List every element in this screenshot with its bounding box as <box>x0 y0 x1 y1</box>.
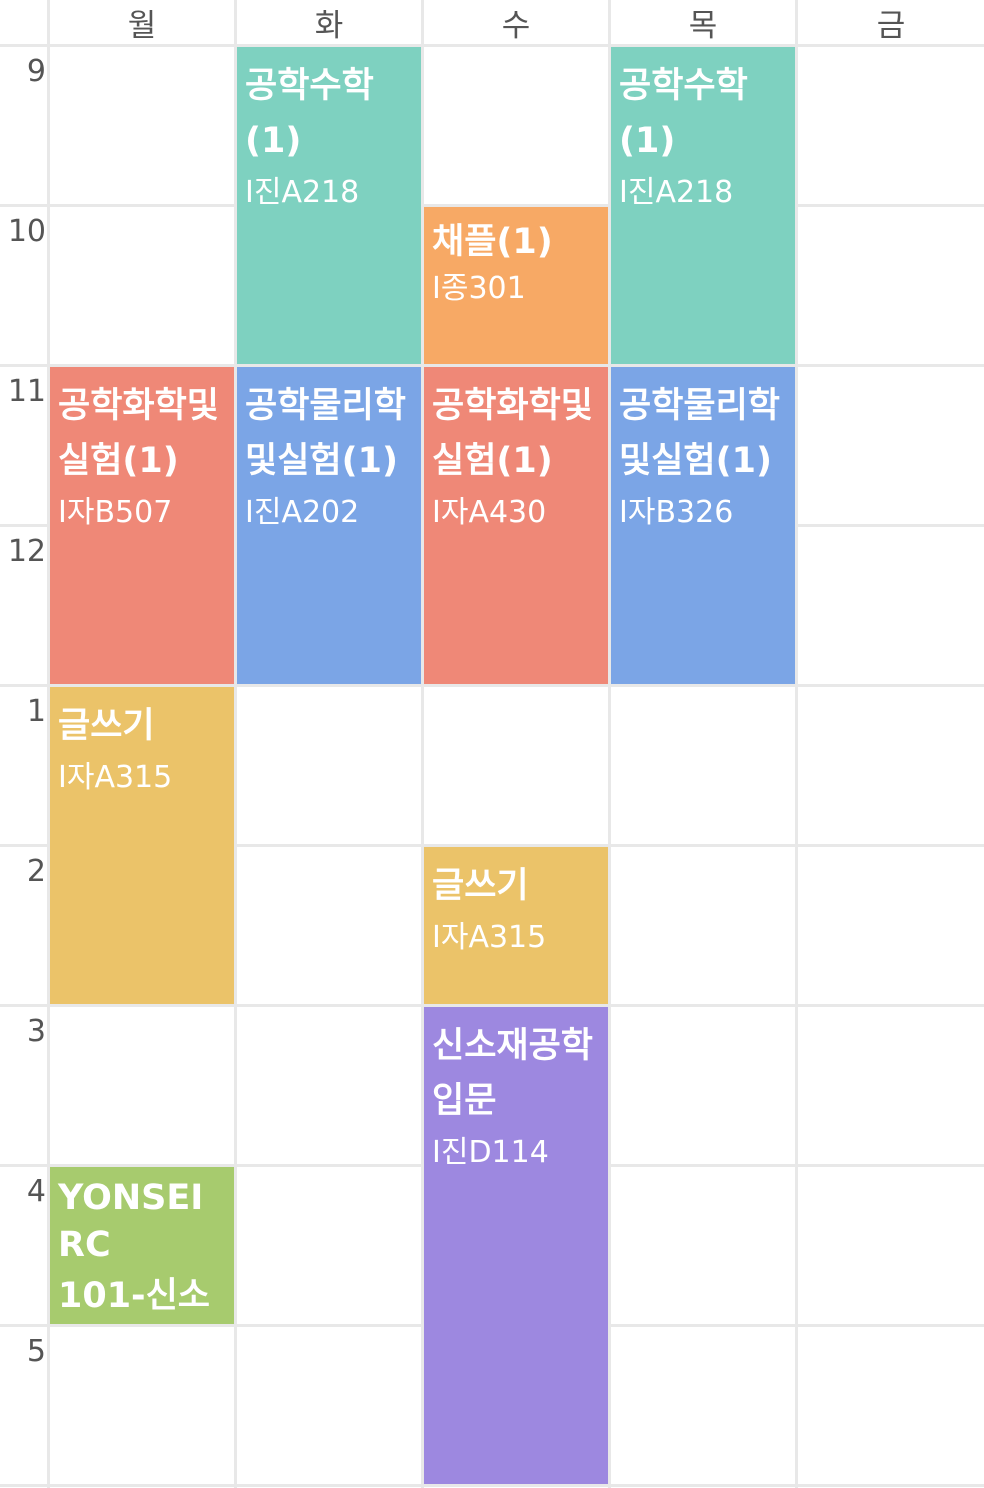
course-room: I종301 <box>432 271 526 306</box>
course-room: I자A315 <box>432 920 547 955</box>
course-title: 글쓰기 <box>432 866 529 906</box>
course-title: 공학물리학및실험(1) <box>619 386 781 481</box>
day-header-wed: 수 <box>501 8 531 44</box>
hour-label: 4 <box>26 1174 46 1209</box>
course-block[interactable]: 공학물리학및실험(1) I자B326 <box>611 367 795 684</box>
course-block[interactable]: YONSEI RC 101-신소 <box>50 1167 234 1324</box>
course-block[interactable]: 공학물리학및실험(1) I진A202 <box>237 367 421 684</box>
day-header-thu: 목 <box>688 8 718 44</box>
course-block[interactable]: 공학화학및실험(1) I자B507 <box>50 367 234 684</box>
course-title: 공학화학및실험(1) <box>432 386 594 481</box>
day-header-mon: 월 <box>127 8 157 44</box>
course-title: 공학수학(1) <box>619 66 748 161</box>
hour-label: 3 <box>26 1014 46 1049</box>
course-title: 채플(1) <box>432 222 553 262</box>
course-room: I자B507 <box>58 495 173 530</box>
hour-label: 9 <box>26 54 46 89</box>
course-room: I자B326 <box>619 495 734 530</box>
course-room: I진A218 <box>619 175 734 210</box>
course-room: I진D114 <box>432 1135 549 1170</box>
course-title: 공학물리학및실험(1) <box>245 386 407 481</box>
course-room: I자A315 <box>58 760 173 795</box>
course-title: 글쓰기 <box>58 706 155 746</box>
hour-label: 5 <box>26 1334 46 1369</box>
course-subtitle: 101-신소 <box>58 1276 210 1316</box>
course-title: 신소재공학입문 <box>432 1026 594 1121</box>
course-block[interactable]: 채플(1) I종301 <box>424 207 608 364</box>
hour-label: 2 <box>26 854 46 889</box>
hour-label: 12 <box>7 534 46 569</box>
day-header-tue: 화 <box>314 8 344 44</box>
course-room: I진A202 <box>245 495 360 530</box>
timetable: 월 화 수 목 금 9 10 11 12 1 2 3 4 5 공학수학(1) I… <box>0 0 984 1488</box>
course-block[interactable]: 공학수학(1) I진A218 <box>237 47 421 364</box>
course-block[interactable]: 글쓰기 I자A315 <box>424 847 608 1004</box>
course-title: 공학화학및실험(1) <box>58 386 220 481</box>
course-block[interactable]: 글쓰기 I자A315 <box>50 687 234 1004</box>
grid-line <box>0 1484 984 1487</box>
hour-label: 10 <box>7 214 46 249</box>
course-title: YONSEI RC <box>58 1178 204 1265</box>
course-room: I진A218 <box>245 175 360 210</box>
course-block[interactable]: 공학수학(1) I진A218 <box>611 47 795 364</box>
course-block[interactable]: 공학화학및실험(1) I자A430 <box>424 367 608 684</box>
course-title: 공학수학(1) <box>245 66 374 161</box>
day-header-fri: 금 <box>876 8 906 44</box>
grid-line <box>795 0 798 1488</box>
hour-label: 1 <box>26 694 46 729</box>
course-room: I자A430 <box>432 495 547 530</box>
hour-label: 11 <box>7 374 46 409</box>
course-block[interactable]: 신소재공학입문 I진D114 <box>424 1007 608 1484</box>
